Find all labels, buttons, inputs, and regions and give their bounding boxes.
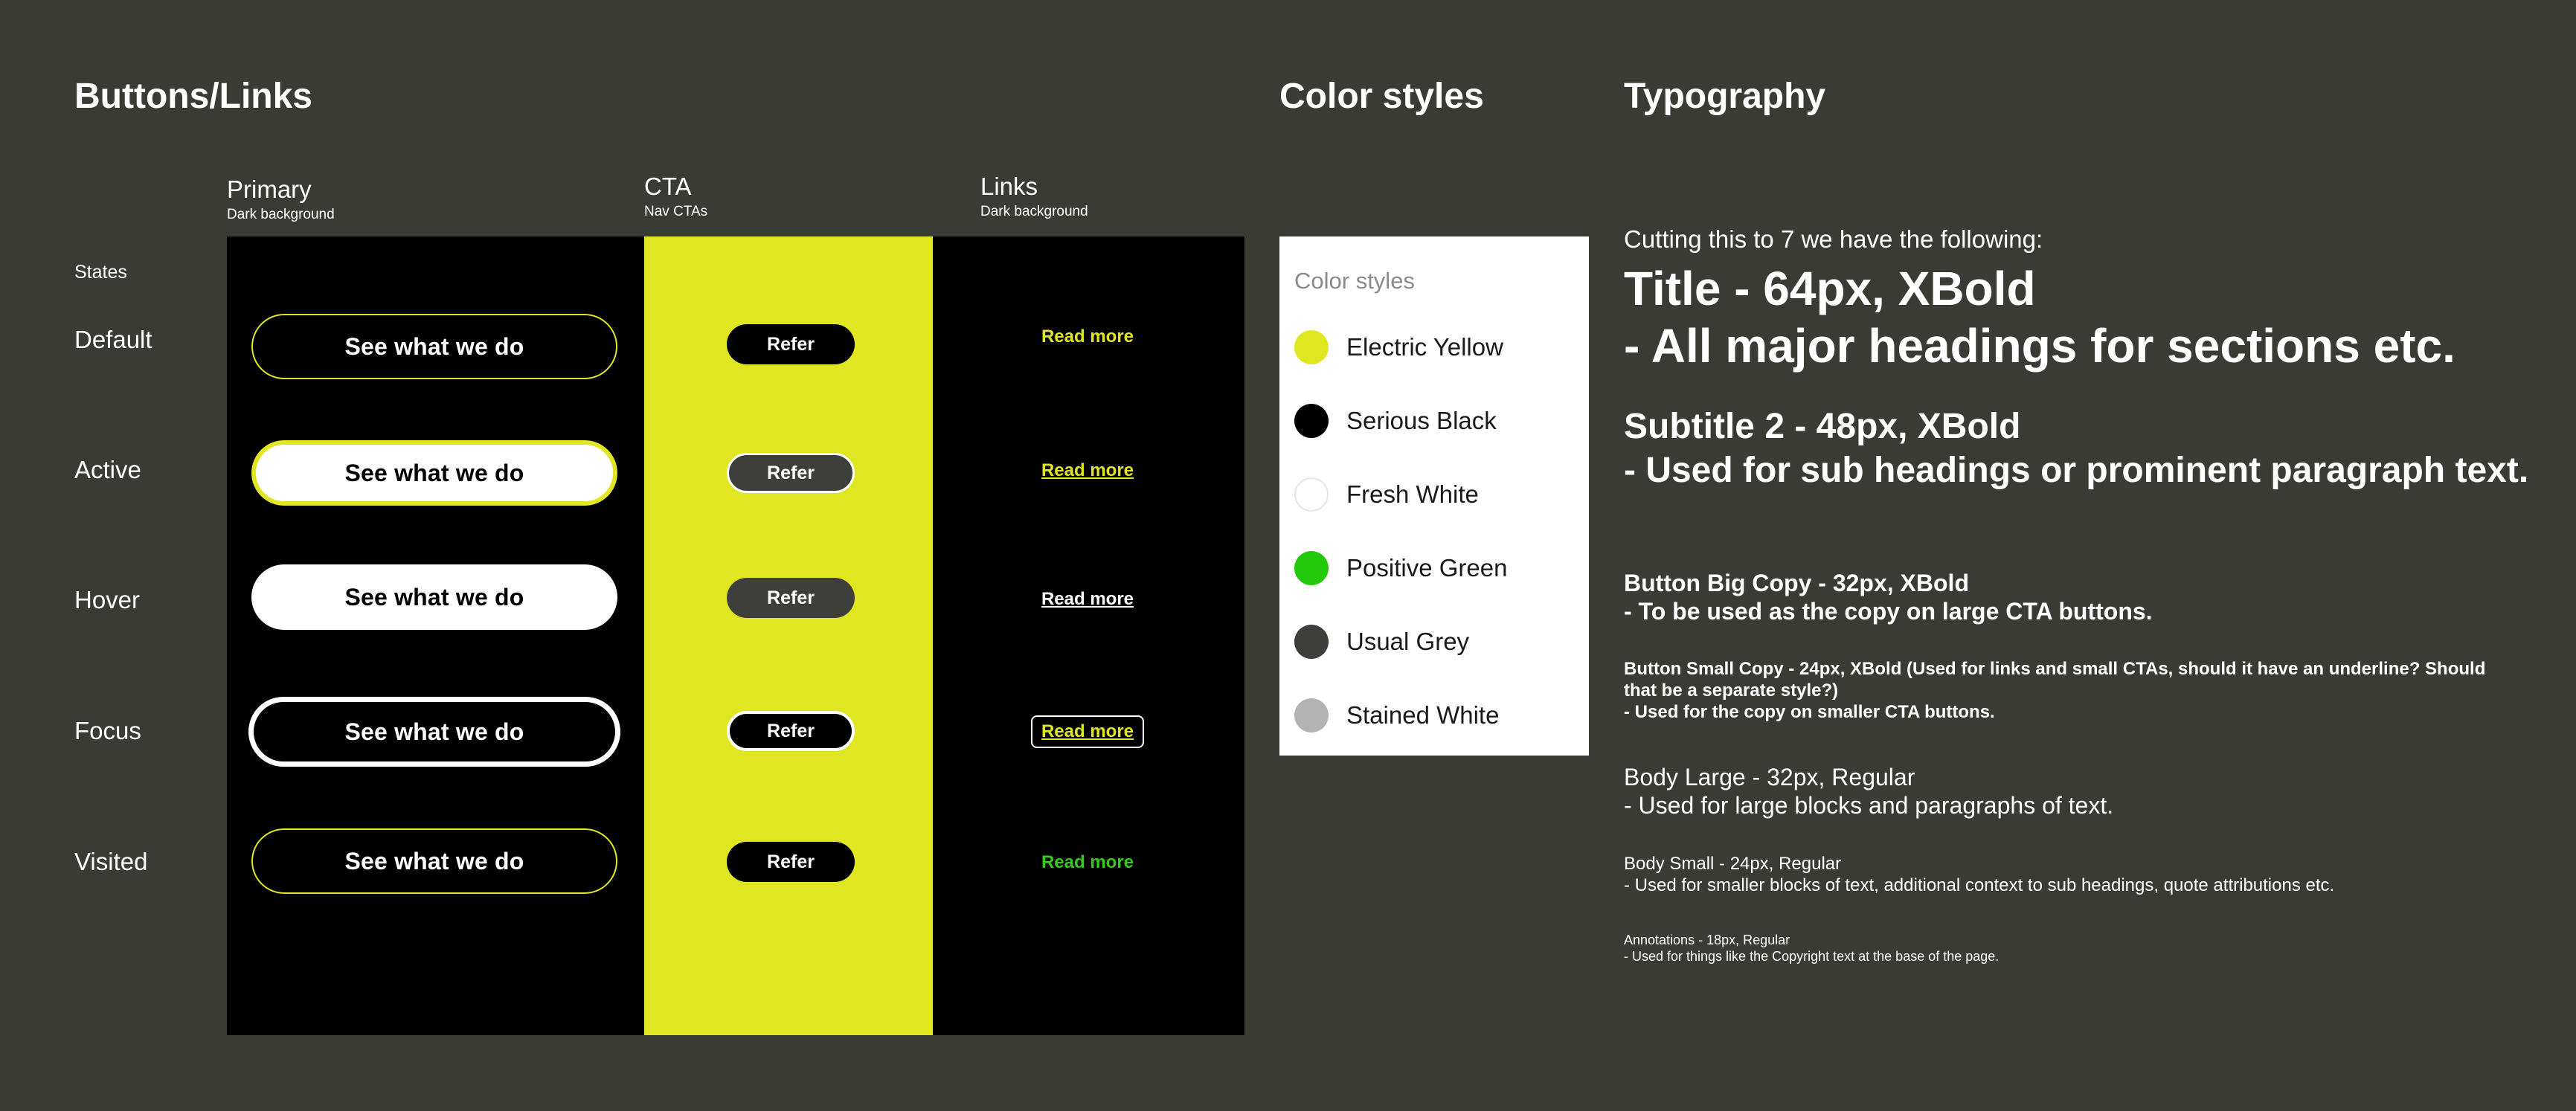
primary-button-focus[interactable]: See what we do [248,697,620,767]
cta-button-active[interactable]: Refer [727,453,855,493]
typography-annotations-desc: - Used for things like the Copyright tex… [1624,948,2000,964]
typography-button-big-desc: - To be used as the copy on large CTA bu… [1624,598,2153,625]
cta-button-visited[interactable]: Refer [727,842,855,882]
typography-subtitle-desc: - Used for sub headings or prominent par… [1624,450,2529,490]
read-more-link-visited[interactable]: Read more [1041,854,1134,872]
color-style-item: Fresh White [1294,477,1479,512]
color-name: Positive Green [1346,554,1508,582]
typography-body-large-sample: Body Large - 32px, Regular - Used for la… [1624,763,2113,820]
typography-button-small-sample: Button Small Copy - 24px, XBold (Used fo… [1624,659,2516,723]
links-panel [933,236,1244,1035]
color-swatch-positive-green [1294,551,1329,585]
typography-button-small-line: Button Small Copy - 24px, XBold (Used fo… [1624,659,2486,701]
read-more-link-active[interactable]: Read more [1041,462,1134,480]
typography-body-small-line: Body Small - 24px, Regular [1624,854,1842,874]
typography-annotations-line: Annotations - 18px, Regular [1624,933,1790,947]
color-styles-card: Color styles Electric Yellow Serious Bla… [1279,236,1589,756]
color-style-item: Stained White [1294,698,1499,732]
primary-button-visited[interactable]: See what we do [251,828,617,894]
typography-title-desc: - All major headings for sections etc. [1624,318,2455,373]
typography-button-big-sample: Button Big Copy - 32px, XBold - To be us… [1624,569,2153,626]
column-subtitle: Dark background [980,204,1088,219]
typography-body-small-sample: Body Small - 24px, Regular - Used for sm… [1624,854,2334,897]
color-styles-heading: Color styles [1279,77,1484,116]
color-name: Electric Yellow [1346,333,1503,361]
column-header-cta: CTA Nav CTAs [644,174,707,219]
state-label-active: Active [74,456,141,483]
color-styles-card-title: Color styles [1294,268,1415,294]
primary-button-hover[interactable]: See what we do [251,564,617,630]
typography-title-line: Title - 64px, XBold [1624,262,2036,315]
column-title: Links [980,173,1038,200]
typography-intro: Cutting this to 7 we have the following: [1624,225,2043,253]
cta-button-hover[interactable]: Refer [727,578,855,618]
column-header-links: Links Dark background [980,174,1088,219]
typography-title-sample: Title - 64px, XBold - All major headings… [1624,260,2455,375]
typography-button-big-line: Button Big Copy - 32px, XBold [1624,570,1969,596]
color-style-item: Usual Grey [1294,625,1469,659]
typography-heading: Typography [1624,77,1826,116]
typography-button-small-desc: - Used for the copy on smaller CTA butto… [1624,701,1995,722]
color-swatch-stained-white [1294,698,1329,732]
state-label-hover: Hover [74,586,141,614]
color-name: Stained White [1346,701,1500,729]
color-style-item: Serious Black [1294,404,1497,438]
state-label-focus: Focus [74,717,141,744]
column-title: CTA [644,173,692,200]
primary-button-default[interactable]: See what we do [251,314,617,379]
column-subtitle: Nav CTAs [644,204,708,219]
column-header-primary: Primary Dark background [227,177,335,222]
color-style-item: Positive Green [1294,551,1507,585]
typography-annotations-sample: Annotations - 18px, Regular - Used for t… [1624,933,1999,965]
typography-body-large-line: Body Large - 32px, Regular [1624,764,1915,790]
typography-subtitle-line: Subtitle 2 - 48px, XBold [1624,407,2021,446]
state-label-visited: Visited [74,848,148,875]
state-label-default: Default [74,326,152,353]
typography-subtitle-sample: Subtitle 2 - 48px, XBold - Used for sub … [1624,405,2546,492]
read-more-link-default[interactable]: Read more [1041,328,1134,346]
read-more-link-focus[interactable]: Read more [1030,715,1145,748]
color-swatch-serious-black [1294,404,1329,438]
color-name: Usual Grey [1346,628,1470,655]
column-subtitle: Dark background [227,207,335,222]
column-title: Primary [227,175,312,203]
color-name: Serious Black [1346,407,1497,434]
typography-body-large-desc: - Used for large blocks and paragraphs o… [1624,792,2114,819]
typography-body-small-desc: - Used for smaller blocks of text, addit… [1624,875,2335,895]
color-swatch-fresh-white [1294,477,1329,512]
states-heading: States [74,262,127,283]
buttons-links-heading: Buttons/Links [74,77,312,116]
color-name: Fresh White [1346,480,1479,508]
color-style-item: Electric Yellow [1294,330,1503,364]
color-swatch-usual-grey [1294,625,1329,659]
primary-button-active[interactable]: See what we do [251,440,617,506]
color-swatch-electric-yellow [1294,330,1329,364]
read-more-link-hover[interactable]: Read more [1041,590,1134,608]
cta-button-focus[interactable]: Refer [727,711,855,751]
cta-button-default[interactable]: Refer [727,324,855,364]
